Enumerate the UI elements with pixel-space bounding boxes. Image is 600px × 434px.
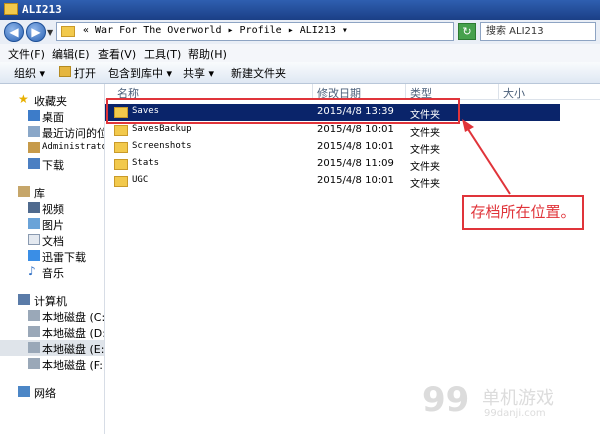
annotation-callout: 存档所在位置。	[462, 195, 584, 230]
watermark-logo: 99 单机游戏 99danji.com	[422, 380, 554, 420]
